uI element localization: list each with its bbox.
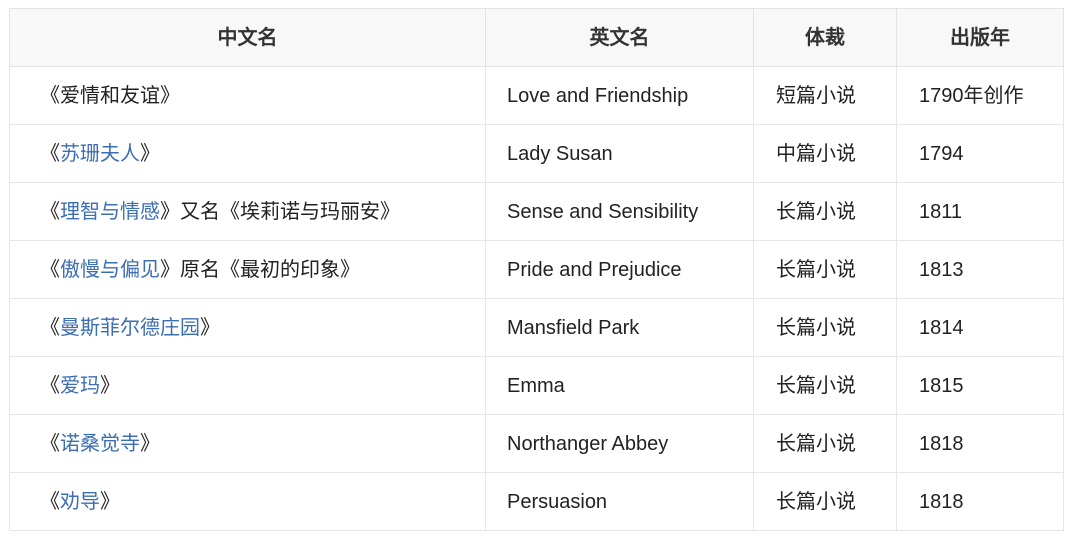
bracket-open: 《 (40, 374, 60, 397)
column-header-publication-year: 出版年 (896, 8, 1064, 67)
cell-chinese-title: 《诺桑觉寺》 (9, 414, 486, 473)
header-row: 中文名 英文名 体裁 出版年 (9, 8, 1064, 67)
bracket-close: 》 (100, 490, 120, 513)
cell-publication-year: 1813 (896, 240, 1064, 299)
cell-genre: 长篇小说 (753, 472, 897, 531)
cell-publication-year: 1794 (896, 124, 1064, 183)
table-row: 《傲慢与偏见》原名《最初的印象》 Pride and Prejudice 长篇小说 1… (9, 240, 1064, 299)
cell-publication-year: 1811 (896, 182, 1064, 241)
bracket-open: 《 (40, 142, 60, 165)
table-row: 《诺桑觉寺》 Northanger Abbey 长篇小说 1818 (9, 414, 1064, 473)
chinese-title-text: 爱情和友谊 (60, 84, 160, 107)
column-header-english-title: 英文名 (485, 8, 754, 67)
cell-publication-year: 1790年创作 (896, 66, 1064, 125)
cell-english-title: Persuasion (485, 472, 754, 531)
cell-english-title: Lady Susan (485, 124, 754, 183)
cell-english-title: Pride and Prejudice (485, 240, 754, 299)
table-header: 中文名 英文名 体裁 出版年 (9, 8, 1064, 67)
cell-english-title: Mansfield Park (485, 298, 754, 357)
bracket-close: 》 (160, 258, 180, 281)
bracket-open: 《 (40, 490, 60, 513)
chinese-title-link[interactable]: 傲慢与偏见 (60, 259, 160, 281)
cell-genre: 长篇小说 (753, 240, 897, 299)
cell-genre: 短篇小说 (753, 66, 897, 125)
works-table: 中文名 英文名 体裁 出版年 《爱情和友谊》 Love and Friendshi… (9, 8, 1064, 531)
table-row: 《爱玛》 Emma 长篇小说 1815 (9, 356, 1064, 415)
cell-chinese-title: 《曼斯菲尔德庄园》 (9, 298, 486, 357)
chinese-title-alt-name: 原名《最初的印象》 (180, 258, 360, 281)
bracket-close: 》 (160, 200, 180, 223)
cell-chinese-title: 《爱玛》 (9, 356, 486, 415)
chinese-title-link[interactable]: 劝导 (60, 491, 100, 513)
cell-genre: 中篇小说 (753, 124, 897, 183)
table-row: 《爱情和友谊》 Love and Friendship 短篇小说 1790年创作 (9, 66, 1064, 125)
works-table-container: 中文名 英文名 体裁 出版年 《爱情和友谊》 Love and Friendshi… (0, 0, 1072, 536)
cell-publication-year: 1818 (896, 472, 1064, 531)
cell-chinese-title: 《爱情和友谊》 (9, 66, 486, 125)
bracket-close: 》 (160, 84, 180, 107)
bracket-open: 《 (40, 84, 60, 107)
chinese-title-link[interactable]: 理智与情感 (60, 201, 160, 223)
bracket-close: 》 (100, 374, 120, 397)
table-body: 《爱情和友谊》 Love and Friendship 短篇小说 1790年创作 《苏珊… (9, 66, 1064, 531)
bracket-close: 》 (140, 142, 160, 165)
table-row: 《劝导》 Persuasion 长篇小说 1818 (9, 472, 1064, 531)
cell-english-title: Emma (485, 356, 754, 415)
cell-chinese-title: 《理智与情感》又名《埃莉诺与玛丽安》 (9, 182, 486, 241)
bracket-open: 《 (40, 258, 60, 281)
cell-publication-year: 1814 (896, 298, 1064, 357)
bracket-open: 《 (40, 316, 60, 339)
column-header-chinese-title: 中文名 (9, 8, 486, 67)
cell-english-title: Love and Friendship (485, 66, 754, 125)
cell-genre: 长篇小说 (753, 414, 897, 473)
chinese-title-link[interactable]: 苏珊夫人 (60, 143, 140, 165)
table-row: 《苏珊夫人》 Lady Susan 中篇小说 1794 (9, 124, 1064, 183)
cell-chinese-title: 《傲慢与偏见》原名《最初的印象》 (9, 240, 486, 299)
cell-genre: 长篇小说 (753, 298, 897, 357)
cell-english-title: Sense and Sensibility (485, 182, 754, 241)
table-row: 《曼斯菲尔德庄园》 Mansfield Park 长篇小说 1814 (9, 298, 1064, 357)
cell-publication-year: 1818 (896, 414, 1064, 473)
chinese-title-alt-name: 又名《埃莉诺与玛丽安》 (180, 200, 400, 223)
chinese-title-link[interactable]: 诺桑觉寺 (60, 433, 140, 455)
cell-genre: 长篇小说 (753, 356, 897, 415)
cell-genre: 长篇小说 (753, 182, 897, 241)
bracket-close: 》 (140, 432, 160, 455)
cell-chinese-title: 《苏珊夫人》 (9, 124, 486, 183)
column-header-genre: 体裁 (753, 8, 897, 67)
cell-chinese-title: 《劝导》 (9, 472, 486, 531)
cell-publication-year: 1815 (896, 356, 1064, 415)
chinese-title-link[interactable]: 曼斯菲尔德庄园 (60, 317, 200, 339)
table-row: 《理智与情感》又名《埃莉诺与玛丽安》 Sense and Sensibility 长… (9, 182, 1064, 241)
bracket-open: 《 (40, 200, 60, 223)
chinese-title-link[interactable]: 爱玛 (60, 375, 100, 397)
cell-english-title: Northanger Abbey (485, 414, 754, 473)
bracket-open: 《 (40, 432, 60, 455)
bracket-close: 》 (200, 316, 220, 339)
